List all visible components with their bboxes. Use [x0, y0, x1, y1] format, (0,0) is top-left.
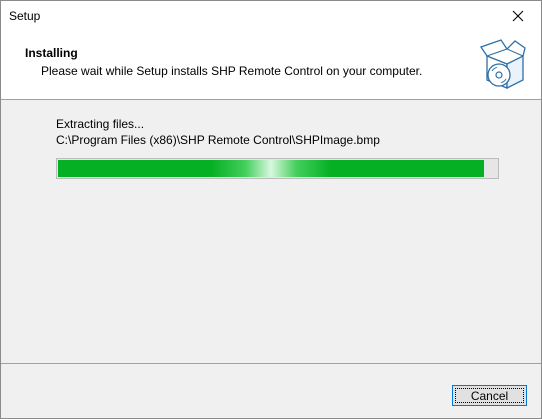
install-box-cd-icon [479, 39, 526, 90]
page-title: Installing [25, 46, 78, 60]
wizard-header: Installing Please wait while Setup insta… [1, 31, 541, 100]
cancel-button[interactable]: Cancel [452, 385, 527, 406]
status-text: Extracting files... [56, 117, 145, 131]
progress-bar [56, 158, 499, 179]
progress-bar-fill [58, 160, 484, 177]
close-icon [512, 10, 524, 22]
title-bar: Setup [1, 1, 541, 31]
wizard-footer: Cancel [1, 364, 541, 418]
window-title: Setup [9, 9, 41, 23]
close-button[interactable] [495, 1, 541, 31]
page-subtitle: Please wait while Setup installs SHP Rem… [41, 64, 423, 78]
wizard-body: Extracting files... C:\Program Files (x8… [1, 100, 541, 362]
setup-window: Setup Installing Please wait while Setup… [0, 0, 542, 419]
file-path-text: C:\Program Files (x86)\SHP Remote Contro… [56, 133, 380, 147]
